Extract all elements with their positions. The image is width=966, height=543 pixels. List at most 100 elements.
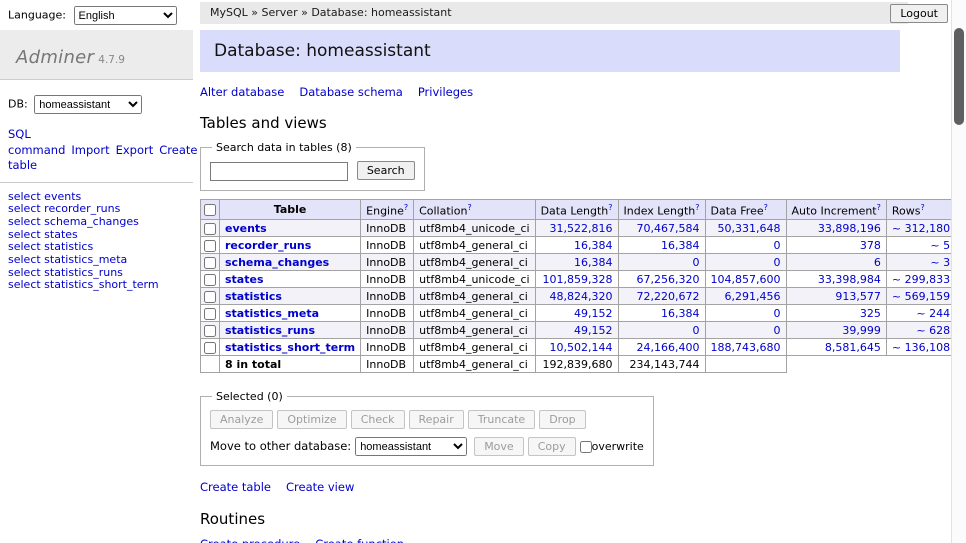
sidebar-select-statistics-short-term[interactable]: select statistics_short_term xyxy=(8,279,185,292)
table-row-recorder-runs: recorder_runsInnoDButf8mb4_general_ci16,… xyxy=(201,237,966,254)
cell-rows: ~ 569,159 xyxy=(886,288,955,305)
language-label: Language: xyxy=(8,9,66,22)
create-links: Create table Create view xyxy=(200,480,900,494)
breadcrumb-link-server[interactable]: Server xyxy=(262,6,298,19)
scrollbar-thumb[interactable] xyxy=(954,28,964,125)
help-icon[interactable]: ? xyxy=(920,203,924,212)
help-icon[interactable]: ? xyxy=(695,203,699,212)
sidebar-action-links: SQL commandImportExportCreate table xyxy=(8,127,163,174)
search-input[interactable] xyxy=(210,162,348,181)
help-icon[interactable]: ? xyxy=(877,203,881,212)
repair-button[interactable]: Repair xyxy=(409,410,464,429)
help-icon[interactable]: ? xyxy=(467,203,471,212)
cell-engine: InnoDB xyxy=(361,271,414,288)
table-link-events[interactable]: events xyxy=(225,222,267,235)
sidebar-link-sql-command[interactable]: SQL command xyxy=(8,127,65,157)
table-link-statistics[interactable]: statistics xyxy=(225,290,282,303)
row-checkbox-schema-changes[interactable] xyxy=(204,257,216,269)
column-header-engine: Engine? xyxy=(361,199,414,220)
row-checkbox-states[interactable] xyxy=(204,274,216,286)
optimize-button[interactable]: Optimize xyxy=(277,410,346,429)
sidebar-select-schema-changes[interactable]: select schema_changes xyxy=(8,216,185,229)
db-select[interactable]: homeassistant xyxy=(34,95,142,114)
routines-heading: Routines xyxy=(200,510,900,528)
sidebar-link-import[interactable]: Import xyxy=(71,143,109,157)
sidebar-table-list: select eventsselect recorder_runsselect … xyxy=(8,191,185,293)
table-row-schema-changes: schema_changesInnoDButf8mb4_general_ci16… xyxy=(201,254,966,271)
nav-link-privileges[interactable]: Privileges xyxy=(418,85,473,99)
table-row-statistics-runs: statistics_runsInnoDButf8mb4_general_ci4… xyxy=(201,322,966,339)
move-button[interactable]: Move xyxy=(474,437,524,456)
table-link-states[interactable]: states xyxy=(225,273,264,286)
cell-index-length: 16,384 xyxy=(618,305,705,322)
move-label: Move to other database: xyxy=(210,439,351,453)
sidebar-select-statistics-meta[interactable]: select statistics_meta xyxy=(8,254,185,267)
cell-auto-increment: 33,898,196 xyxy=(786,220,886,237)
move-db-select[interactable]: homeassistant xyxy=(355,437,467,456)
row-checkbox-statistics[interactable] xyxy=(204,291,216,303)
link-create-function[interactable]: Create function xyxy=(315,537,404,543)
totals-data-length: 192,839,680 xyxy=(535,356,618,373)
tables-heading: Tables and views xyxy=(200,114,900,132)
help-icon[interactable]: ? xyxy=(404,203,408,212)
cell-auto-increment: 378 xyxy=(786,237,886,254)
tables-overview-head: TableEngine?Collation?Data Length?Index … xyxy=(201,199,966,220)
cell-data-free: 6,291,456 xyxy=(705,288,786,305)
table-link-schema-changes[interactable]: schema_changes xyxy=(225,256,329,269)
nav-link-database-schema[interactable]: Database schema xyxy=(299,85,402,99)
row-checkbox-statistics-runs[interactable] xyxy=(204,325,216,337)
select-all-checkbox[interactable] xyxy=(204,204,216,216)
cell-engine: InnoDB xyxy=(361,322,414,339)
analyze-button[interactable]: Analyze xyxy=(210,410,273,429)
cell-auto-increment: 6 xyxy=(786,254,886,271)
overwrite-checkbox[interactable] xyxy=(580,441,592,453)
truncate-button[interactable]: Truncate xyxy=(468,410,535,429)
app-logo[interactable]: Adminer xyxy=(16,47,94,68)
cell-index-length: 70,467,584 xyxy=(618,220,705,237)
table-link-statistics-short-term[interactable]: statistics_short_term xyxy=(225,341,355,354)
cell-data-length: 10,502,144 xyxy=(535,339,618,356)
cell-data-free: 104,857,600 xyxy=(705,271,786,288)
copy-button[interactable]: Copy xyxy=(528,437,576,456)
cell-rows: ~ 312,180 xyxy=(886,220,955,237)
link-create-view[interactable]: Create view xyxy=(286,480,354,494)
table-link-statistics-runs[interactable]: statistics_runs xyxy=(225,324,315,337)
row-checkbox-recorder-runs[interactable] xyxy=(204,240,216,252)
cell-data-length: 16,384 xyxy=(535,237,618,254)
scrollbar-track[interactable] xyxy=(951,0,966,543)
cell-rows: ~ 244 xyxy=(886,305,955,322)
link-create-procedure[interactable]: Create procedure xyxy=(200,537,300,543)
table-row-states: statesInnoDButf8mb4_unicode_ci101,859,32… xyxy=(201,271,966,288)
nav-link-alter-database[interactable]: Alter database xyxy=(200,85,284,99)
cell-data-length: 101,859,328 xyxy=(535,271,618,288)
link-create-table[interactable]: Create table xyxy=(200,480,271,494)
check-button[interactable]: Check xyxy=(351,410,405,429)
search-button[interactable]: Search xyxy=(357,161,415,180)
main-area: MySQL » Server » Database: homeassistant… xyxy=(200,0,908,543)
row-checkbox-statistics-meta[interactable] xyxy=(204,308,216,320)
db-label: DB: xyxy=(8,98,28,111)
cell-collation: utf8mb4_general_ci xyxy=(414,339,535,356)
cell-data-length: 49,152 xyxy=(535,305,618,322)
logout-button[interactable]: Logout xyxy=(890,4,948,23)
table-link-statistics-meta[interactable]: statistics_meta xyxy=(225,307,319,320)
table-link-recorder-runs[interactable]: recorder_runs xyxy=(225,239,311,252)
language-select[interactable]: English xyxy=(74,6,177,25)
column-header-table: Table xyxy=(220,199,361,220)
row-checkbox-statistics-short-term[interactable] xyxy=(204,342,216,354)
drop-button[interactable]: Drop xyxy=(539,410,585,429)
row-checkbox-events[interactable] xyxy=(204,223,216,235)
cell-index-length: 0 xyxy=(618,322,705,339)
help-icon[interactable]: ? xyxy=(608,203,612,212)
cell-auto-increment: 33,398,984 xyxy=(786,271,886,288)
cell-collation: utf8mb4_general_ci xyxy=(414,237,535,254)
help-icon[interactable]: ? xyxy=(764,203,768,212)
cell-index-length: 24,166,400 xyxy=(618,339,705,356)
breadcrumb-link-mysql[interactable]: MySQL xyxy=(210,6,248,19)
db-row: DB: homeassistant xyxy=(8,95,185,114)
tables-overview-body: eventsInnoDButf8mb4_unicode_ci31,522,816… xyxy=(201,220,966,373)
sidebar-link-export[interactable]: Export xyxy=(116,143,154,157)
cell-collation: utf8mb4_general_ci xyxy=(414,254,535,271)
cell-rows: ~ 628 xyxy=(886,322,955,339)
cell-index-length: 72,220,672 xyxy=(618,288,705,305)
